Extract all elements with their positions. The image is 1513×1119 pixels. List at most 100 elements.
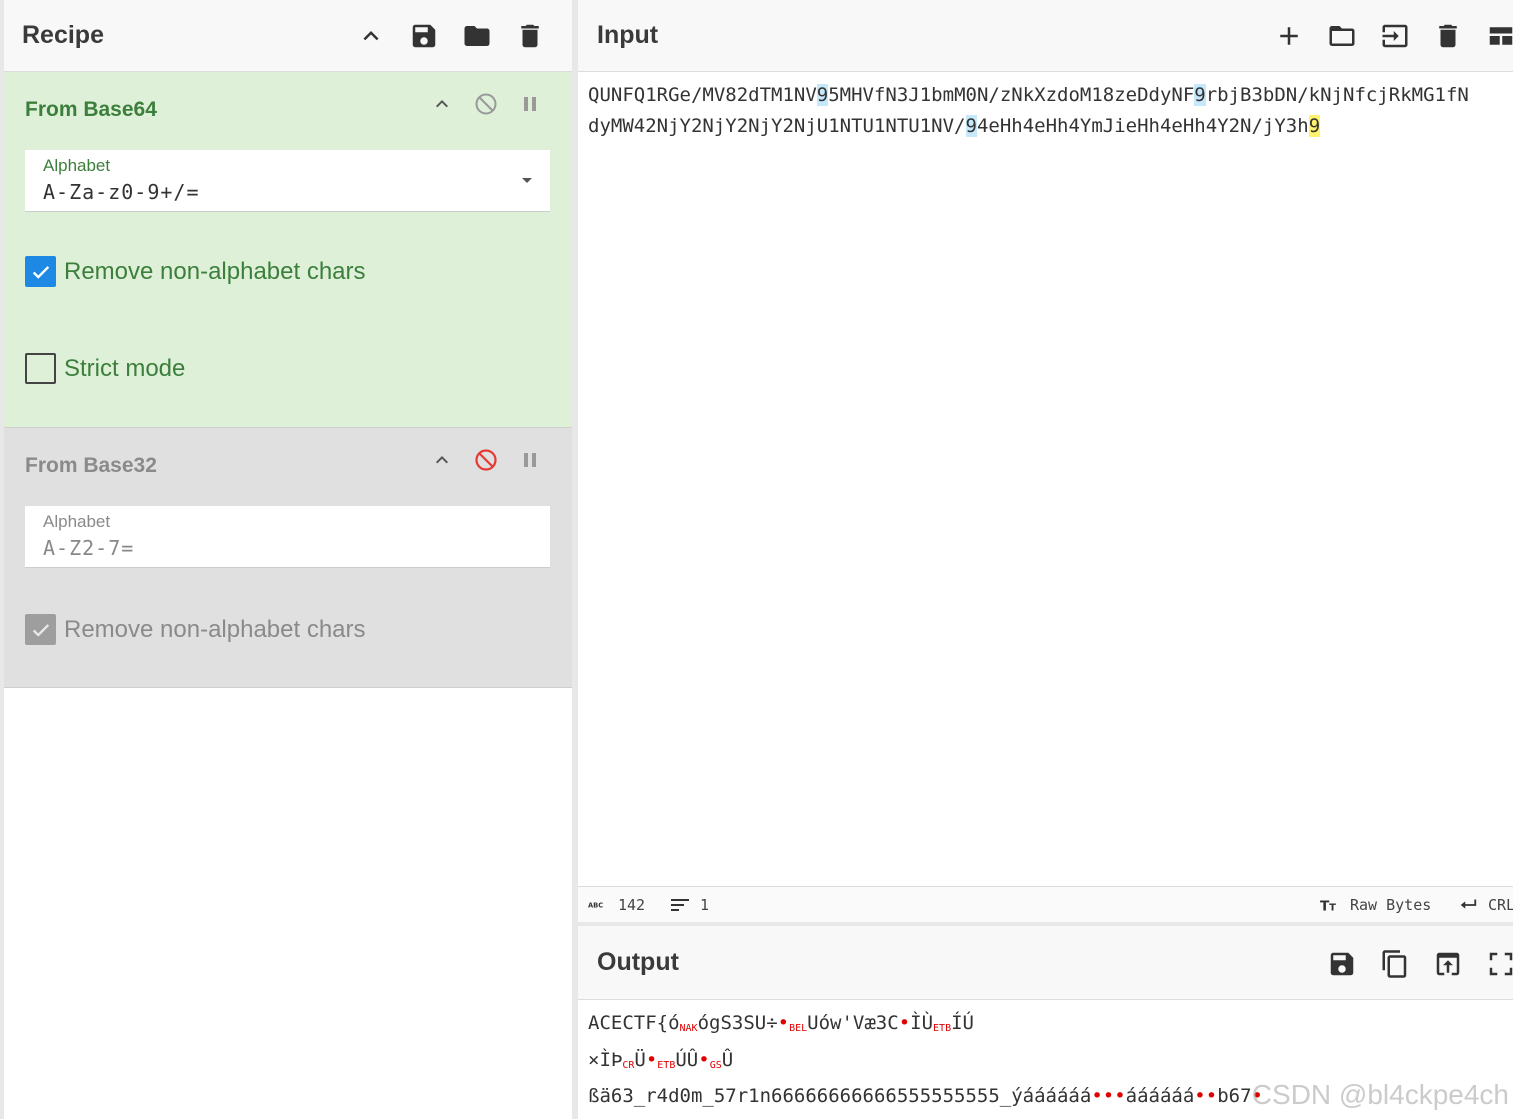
operation-from-base64[interactable]: From Base64 Alphabet A-Za-z0-9+/= Remove…: [4, 72, 572, 428]
input-line-2: dyMW42NjY2NjY2NjY2NjU1NTU1NTU1NV/94eHh4e…: [588, 114, 1321, 137]
alphabet-value: A-Za-z0-9+/=: [43, 180, 200, 204]
pause-icon[interactable]: [518, 92, 542, 116]
control-char: NAK: [679, 1023, 698, 1034]
output-line-1: ACECTF{óNAKógS3SU÷•BELUów'Væ3C•ÌÙETBÍÚ: [588, 1012, 974, 1034]
character-format-value: Raw Bytes: [1350, 896, 1432, 914]
input-text-segment: rbjB3bDN/kNjNfcjRkMG1fN: [1205, 84, 1469, 106]
pause-icon[interactable]: [518, 448, 542, 472]
output-text-segment: Ü: [634, 1048, 646, 1071]
checkbox-label: Remove non-alphabet chars: [64, 615, 366, 643]
folder-icon[interactable]: [1324, 18, 1360, 54]
output-text-segment: ÚÛ: [675, 1048, 699, 1071]
control-char: •: [777, 1012, 790, 1034]
input-textarea[interactable]: QUNFQ1RGe/MV82dTM1NV95MHVfN3J1bmM0N/zNkX…: [588, 80, 1469, 141]
output-text-segment: ßä63_r4d0m_57r1n66666666666555555555_ýáá…: [588, 1085, 1092, 1107]
alphabet-select[interactable]: Alphabet A-Za-z0-9+/=: [25, 150, 550, 212]
output-text-segment: b67: [1217, 1085, 1252, 1107]
control-char: •: [698, 1048, 710, 1071]
output-text-segment: Uów'Væ3C: [807, 1012, 899, 1034]
output-header: Output: [578, 922, 1513, 1000]
control-char: •: [898, 1012, 911, 1034]
line-count: 1: [670, 896, 709, 914]
output-text-segment: ÌÙ: [910, 1012, 934, 1034]
character-format[interactable]: TT Raw Bytes: [1320, 896, 1431, 914]
recipe-header: Recipe: [4, 0, 572, 72]
control-char: ••: [1194, 1085, 1218, 1107]
operation-title: From Base32: [25, 454, 157, 477]
output-text-segment: áááááá: [1125, 1085, 1195, 1107]
input-pane: Input QUNFQ1RGe/MV82dTM1NV95MHVfN3J1bmM0…: [578, 0, 1513, 922]
output-text-segment: ×ÌÞ: [588, 1048, 623, 1071]
input-highlight: 9: [816, 84, 829, 106]
control-char: ETB: [933, 1023, 952, 1034]
watermark: CSDN @bl4ckpe4ch: [1251, 1079, 1509, 1110]
disable-icon[interactable]: [474, 448, 498, 472]
save-icon[interactable]: [1324, 946, 1360, 982]
output-textarea[interactable]: ACECTF{óNAKógS3SU÷•BELUów'Væ3C•ÌÙETBÍÚ ×…: [588, 1008, 1263, 1112]
alphabet-field[interactable]: Alphabet A-Z2-7=: [25, 506, 550, 568]
input-highlight: 9: [1194, 84, 1206, 106]
operation-from-base32[interactable]: From Base32 Alphabet A-Z2-7= Remove non-…: [4, 428, 572, 688]
checkbox-unchecked-icon[interactable]: [25, 353, 56, 384]
output-text-segment: ógS3SU÷: [697, 1012, 778, 1034]
maximize-icon[interactable]: [1483, 946, 1513, 982]
control-char: GS: [709, 1059, 722, 1071]
return-icon: [1460, 899, 1477, 909]
output-pane: Output ACECTF{óNAKógS3SU÷•BELUów'Væ3C•ÌÙ…: [578, 922, 1513, 1119]
chevron-up-icon[interactable]: [430, 448, 454, 472]
output-text-segment: ACECTF{ó: [588, 1012, 680, 1034]
remove-non-alphabet-checkbox[interactable]: Remove non-alphabet chars: [25, 256, 366, 287]
char-count-value: 142: [618, 896, 646, 914]
output-text-segment: ÍÚ: [951, 1012, 974, 1034]
input-header: Input: [578, 0, 1513, 72]
svg-text:T: T: [1329, 902, 1336, 913]
chevron-down-icon[interactable]: [522, 178, 532, 183]
alphabet-label: Alphabet: [43, 512, 111, 531]
eol-value: CRL: [1488, 896, 1513, 914]
recipe-pane: Recipe From Base64 Alphabet A-Za-z0-9+/=…: [0, 0, 572, 1119]
input-text-segment: 4eHh4eHh4YmJieHh4eHh4Y2N/jY3h: [976, 114, 1309, 137]
replace-input-icon[interactable]: [1430, 946, 1466, 982]
alphabet-value: A-Z2-7=: [43, 536, 135, 560]
control-char: BEL: [789, 1023, 808, 1034]
disable-icon[interactable]: [474, 92, 498, 116]
input-text-segment: 5MHVfN3J1bmM0N/zNkXzdoM18zeDdyNF: [828, 84, 1195, 106]
checkbox-label: Strict mode: [64, 354, 186, 382]
output-title: Output: [597, 948, 679, 976]
remove-non-alphabet-checkbox[interactable]: Remove non-alphabet chars: [25, 614, 366, 645]
input-title: Input: [597, 21, 659, 49]
chevron-up-icon[interactable]: [353, 18, 389, 54]
folder-icon[interactable]: [459, 18, 495, 54]
checkbox-checked-icon[interactable]: [25, 614, 56, 645]
output-line-2: ×ÌÞCRÜ•ETBÚÛ•GSÛ: [588, 1049, 733, 1071]
plus-icon[interactable]: [1271, 18, 1307, 54]
trash-icon[interactable]: [512, 18, 548, 54]
input-text-segment: QUNFQ1RGe/MV82dTM1NV: [588, 84, 817, 106]
text-format-icon: TT: [1320, 898, 1336, 913]
lines-icon: [671, 899, 689, 911]
line-count-value: 1: [700, 896, 710, 914]
eol-sequence[interactable]: CRL: [1458, 896, 1513, 914]
input-highlight: 9: [1308, 114, 1321, 137]
operation-title: From Base64: [25, 98, 157, 121]
checkbox-checked-icon[interactable]: [25, 256, 56, 287]
copy-icon[interactable]: [1377, 946, 1413, 982]
svg-text:ABC: ABC: [588, 902, 603, 910]
trash-icon[interactable]: [1430, 18, 1466, 54]
layout-icon[interactable]: [1483, 18, 1513, 54]
input-status-bar: ABC 142 1 TT Raw Bytes CRL: [578, 886, 1513, 922]
char-count: ABC 142: [588, 896, 645, 914]
save-icon[interactable]: [406, 18, 442, 54]
output-line-3: ßä63_r4d0m_57r1n66666666666555555555_ýáá…: [588, 1085, 1263, 1107]
control-char: •: [645, 1048, 658, 1071]
control-char: CR: [622, 1059, 635, 1071]
strict-mode-checkbox[interactable]: Strict mode: [25, 353, 185, 384]
input-line-1: QUNFQ1RGe/MV82dTM1NV95MHVfN3J1bmM0N/zNkX…: [588, 84, 1469, 106]
abc-icon: ABC: [588, 902, 603, 910]
input-text-segment: dyMW42NjY2NjY2NjY2NjU1NTU1NTU1NV/: [588, 114, 966, 137]
chevron-up-icon[interactable]: [430, 92, 454, 116]
control-char: •••: [1091, 1085, 1126, 1107]
checkbox-label: Remove non-alphabet chars: [64, 257, 366, 285]
import-icon[interactable]: [1377, 18, 1413, 54]
input-highlight: 9: [965, 114, 977, 137]
